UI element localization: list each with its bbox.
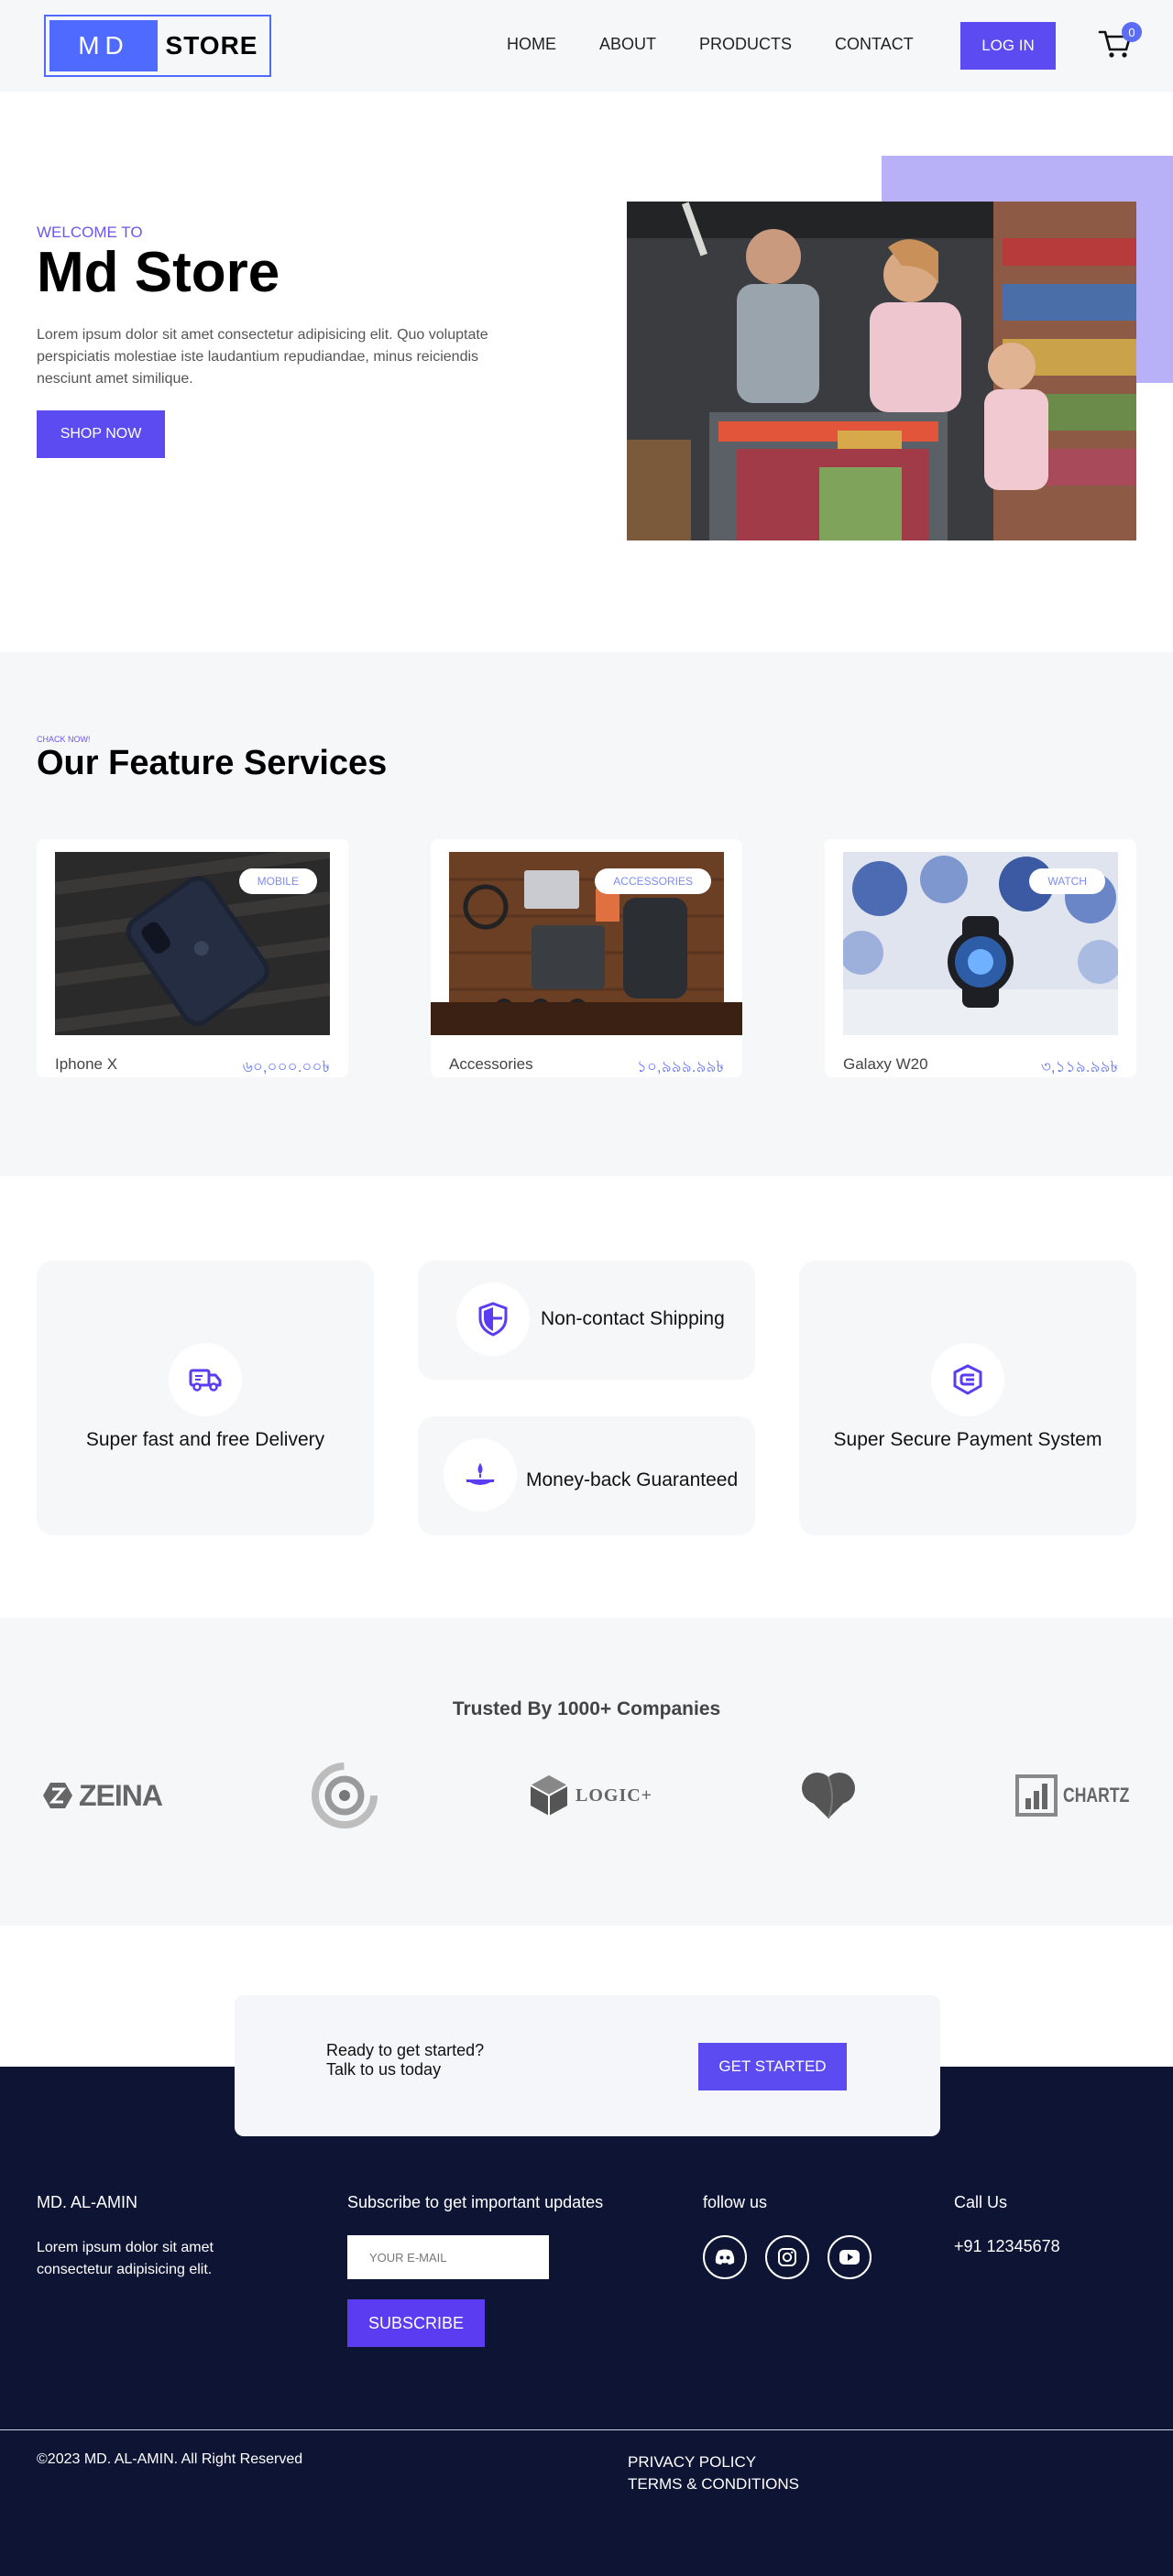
feature-title: Our Feature Services [37,744,388,782]
benefit-card-moneyback: Money-back Guaranteed [418,1416,755,1535]
hero-title: Md Store [37,241,280,304]
cta-box: Ready to get started? Talk to us today G… [235,1995,940,2136]
circle-brand-icon [312,1763,378,1828]
footer-phone: +91 12345678 [954,2237,1060,2255]
hero-image-family-shopping [627,202,1136,540]
product-price: ১০,৯৯৯.৯৯৳ [636,1058,724,1075]
nav-link-products[interactable]: PRODUCTS [699,35,792,54]
feature-subtitle: CHACK NOW! [37,735,91,744]
footer-divider [0,2429,1173,2430]
product-card-watch[interactable]: WATCH Galaxy W20 ৩,১১৯.৯৯৳ [825,839,1136,1077]
cta-line-2: Talk to us today [326,2060,442,2079]
benefit-label: Money-back Guaranteed [526,1469,739,1490]
product-name: Galaxy W20 [843,1055,928,1073]
trusted-title: Trusted By 1000+ Companies [452,1698,721,1719]
product-name: Accessories [449,1055,533,1073]
benefit-label: Super Secure Payment System [833,1429,1102,1450]
brand-name: LOGIC+ [576,1785,653,1806]
footer-copyright: ©2023 MD. AL-AMIN. All Right Reserved [37,2451,303,2467]
get-started-button[interactable]: GET STARTED [698,2043,847,2090]
product-price: ৩,১১৯.৯৯৳ [1040,1058,1118,1075]
shield-icon [456,1283,530,1356]
brand-logo-logic: LOGIC+ [528,1759,652,1832]
product-image-shadow [431,1002,742,1035]
brand-logo-heart [799,1759,858,1832]
email-input[interactable] [347,2235,549,2279]
brand-name: ZEINA [79,1778,163,1812]
hero-welcome: WELCOME TO [37,224,143,241]
cta-text: Ready to get started? Talk to us today [326,2041,484,2079]
subscribe-button[interactable]: SUBSCRIBE [347,2299,485,2347]
truck-icon [169,1343,242,1416]
benefit-card-payment: Super Secure Payment System [799,1261,1136,1535]
brand-logo-circle [310,1759,379,1832]
footer-subscribe-title: Subscribe to get important updates [347,2193,604,2211]
product-tag: WATCH [1029,868,1105,894]
product-price: ৬০,০০০.০০৳ [242,1058,330,1075]
footer-links: PRIVACY POLICY TERMS & CONDITIONS [628,2451,799,2495]
product-card-accessories[interactable]: ACCESSORIES Accessories ১০,৯৯৯.৯৯৳ [431,839,742,1077]
nav-link-about[interactable]: ABOUT [599,35,656,54]
footer-call-title: Call Us [954,2193,1008,2211]
instagram-icon[interactable] [765,2235,809,2279]
secure-payment-icon [931,1343,1004,1416]
login-button[interactable]: LOG IN [960,22,1056,70]
brand-logo-chartz: CHARTZ [1015,1759,1146,1832]
benefit-label: Non-contact Shipping [541,1308,725,1329]
product-name: Iphone X [55,1055,118,1073]
discord-icon[interactable] [703,2235,747,2279]
cta-line-1: Ready to get started? [326,2041,485,2059]
footer [0,2067,1173,2576]
bar-chart-icon [1015,1774,1058,1817]
product-tag: ACCESSORIES [595,868,711,894]
shop-now-button[interactable]: SHOP NOW [37,410,165,458]
nav-link-contact[interactable]: CONTACT [835,35,914,54]
benefit-card-shipping: Non-contact Shipping [418,1261,755,1380]
product-card-iphone[interactable]: MOBILE Iphone X ৬০,০০০.০০৳ [37,839,348,1077]
hero-description: Lorem ipsum dolor sit amet consectetur a… [37,327,488,387]
footer-brand: MD. AL-AMIN [37,2193,138,2211]
navbar: MD STORE HOME ABOUT PRODUCTS CONTACT LOG… [0,0,1173,92]
benefit-label: Super fast and free Delivery [85,1429,325,1450]
terms-link[interactable]: TERMS & CONDITIONS [628,2473,799,2495]
logo-store: STORE [165,31,258,60]
privacy-policy-link[interactable]: PRIVACY POLICY [628,2451,799,2473]
cube-icon [530,1775,568,1816]
nav-links: HOME ABOUT PRODUCTS CONTACT [507,35,957,54]
brand-name: CHARTZ [1063,1784,1130,1806]
brand-logo-zeina: ZEINA [42,1759,163,1832]
nav-link-home[interactable]: HOME [507,35,556,54]
footer-brand-text: Lorem ipsum dolor sit amet consectetur a… [37,2240,214,2277]
logo-md: MD [49,20,158,71]
zeina-hexagon-icon [43,1783,72,1808]
youtube-icon[interactable] [828,2235,872,2279]
site-logo[interactable]: MD STORE [44,15,271,77]
footer-follow-title: follow us [703,2193,768,2211]
product-tag: MOBILE [238,868,317,894]
benefit-card-delivery: Super fast and free Delivery [37,1261,374,1535]
cart-count-badge: 0 [1122,22,1142,42]
heart-brand-icon [802,1773,855,1819]
hand-coin-icon [444,1438,517,1512]
